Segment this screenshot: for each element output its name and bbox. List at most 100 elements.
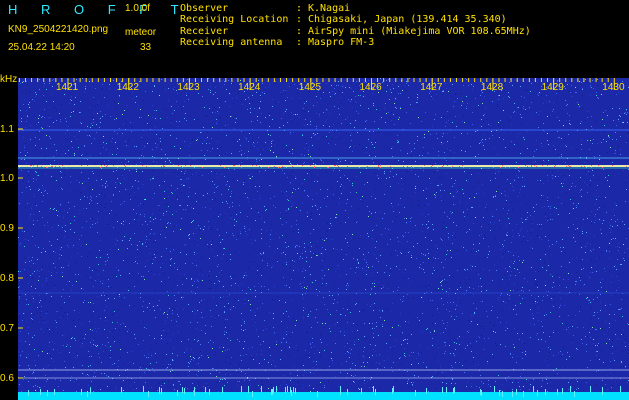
carrier-hotspot [233,165,234,166]
antenna-label: Receiving antenna [180,37,283,48]
noise-floor-spike [121,387,122,393]
carrier-hotspot [280,167,281,168]
carrier-hotspot [81,165,82,166]
carrier-hotspot [261,167,262,168]
carrier-hotspot [61,167,62,168]
carrier-hotspot [525,165,526,166]
carrier-hotspot [113,165,114,166]
carrier-hotspot [424,165,425,166]
carrier-hotspot [502,165,503,166]
carrier-hotspot [451,167,452,168]
noise-floor-spike [574,391,575,397]
y-tick-label: 0.9 [0,223,14,234]
carrier-hotspot [178,165,179,166]
noise-floor-spike [537,390,538,396]
noise-floor-spike [209,389,210,395]
carrier-hotspot [367,166,368,167]
noise-floor-spike [271,389,272,395]
carrier-hotspot [442,166,443,167]
carrier-hotspot [181,166,182,167]
noise-floor-spike [47,390,48,396]
carrier-hotspot [378,165,379,166]
noise-floor-spike [590,386,591,392]
noise-floor-spike [143,386,144,392]
carrier-hotspot [555,165,556,166]
noise-floor-spike [453,388,454,394]
receiver-label: Receiver [180,26,229,37]
carrier-hotspot [142,165,143,166]
noise-floor-spike [562,388,563,394]
carrier-hotspot [314,167,315,168]
carrier-hotspot [568,165,569,166]
carrier-hotspot [124,165,125,166]
noise-floor-spike [272,389,273,395]
carrier-hotspot [19,167,20,168]
carrier-hotspot [378,166,379,167]
carrier-hotspot [626,166,627,167]
carrier-hotspot [463,167,464,168]
carrier-hotspot [531,166,532,167]
y-axis-unit: kHz [0,74,18,85]
carrier-hotspot [146,166,147,167]
x-tick-label: 1423 [177,82,200,93]
meteor-count: 33 [140,42,152,53]
noise-floor-spike [347,389,348,395]
carrier-hotspot [569,166,570,167]
carrier-hotspot [380,165,381,166]
carrier-hotspot [602,167,603,168]
y-tick-label: 1.0 [0,173,14,184]
carrier-hotspot [161,166,162,167]
noise-floor-spike [494,386,495,392]
noise-floor-spike [454,387,455,393]
noise-floor-spike [442,387,443,393]
carrier-hotspot [282,166,283,167]
location-sep: : [296,14,303,25]
noise-floor-spike [90,388,91,394]
noise-floor-spike [241,386,242,392]
carrier-hotspot [500,167,501,168]
x-tick-label: 1430 [602,82,625,93]
carrier-hotspot [33,165,34,166]
plot-type-label: meteor [125,27,157,38]
carrier-hotspot [185,165,186,166]
carrier-hotspot [190,165,191,166]
noise-floor-spike [161,388,162,394]
noise-floor-spike [184,388,185,394]
noise-floor-spike [148,391,149,397]
noise-floor-spike [393,386,394,392]
carrier-hotspot [47,167,48,168]
noise-floor-spike [392,388,393,394]
datetime-label: 25.04.22 14:20 [8,42,75,53]
carrier-hotspot [598,165,599,166]
carrier-hotspot [46,167,47,168]
carrier-hotspot [125,166,126,167]
noise-floor-spike [182,387,183,393]
noise-floor-spike [291,390,292,396]
x-tick-label: 1422 [116,82,139,93]
noise-floor-spike [194,390,195,396]
noise-floor-spike [285,387,286,393]
carrier-hotspot [314,166,315,167]
spectrogram-svg [18,78,629,400]
carrier-hotspot [224,167,225,168]
noise-floor-spike [512,391,513,397]
noise-floor-spike [28,390,29,396]
carrier-hotspot [447,165,448,166]
carrier-hotspot [493,167,494,168]
noise-floor-spike [261,386,262,392]
carrier-hotspot [30,165,31,166]
noise-speckle-layer [18,78,629,400]
carrier-hotspot [55,166,56,167]
y-tick-label: 0.8 [0,273,14,284]
noise-floor-spike [81,389,82,395]
carrier-hotspot [443,165,444,166]
noise-floor-spike [293,387,294,393]
carrier-hotspot [459,166,460,167]
filename-label: KN9_2504221420.png [8,24,109,35]
carrier-hotspot [31,167,32,168]
y-tick-label: 1.1 [0,124,14,135]
x-tick-label: 1425 [298,82,322,93]
carrier-hotspot [584,166,585,167]
noise-floor-spike [40,389,41,395]
observer-sep: : [296,3,303,14]
